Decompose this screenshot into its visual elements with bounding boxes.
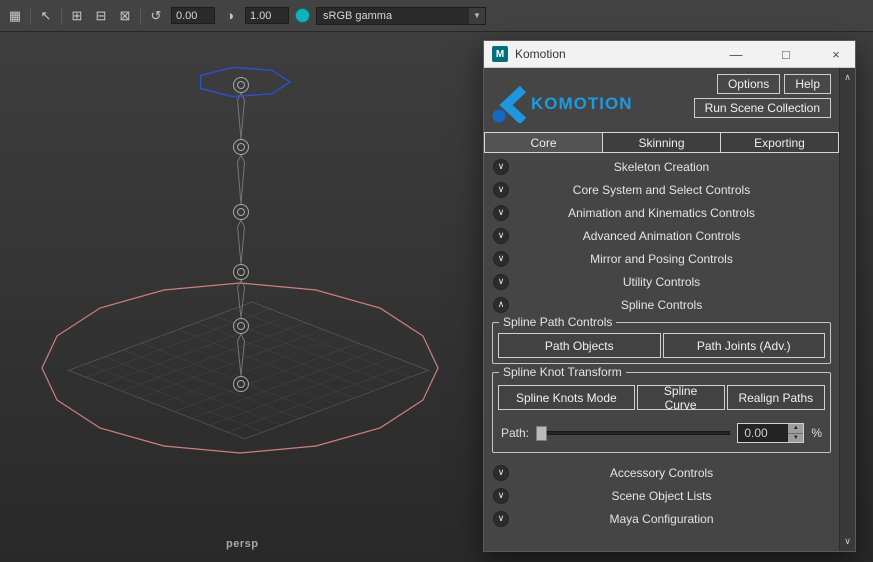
section-core-system[interactable]: ∨ Core System and Select Controls [484, 178, 839, 201]
spline-knots-mode-button[interactable]: Spline Knots Mode [498, 385, 635, 410]
close-button[interactable]: × [829, 47, 843, 62]
spline-knot-transform-group: Spline Knot Transform Spline Knots Mode … [492, 365, 831, 453]
section-label: Maya Configuration [609, 511, 714, 526]
section-scene-object-lists[interactable]: ∨ Scene Object Lists [484, 484, 839, 507]
value-spinner: ▲ ▼ [788, 424, 804, 442]
options-button[interactable]: Options [716, 74, 781, 94]
section-accessory-controls[interactable]: ∨ Accessory Controls [484, 461, 839, 484]
header-buttons: Options Help Run Scene Collection [693, 74, 831, 126]
help-button[interactable]: Help [784, 74, 831, 94]
section-label: Skeleton Creation [613, 159, 710, 174]
chevron-down-icon: ▼ [469, 7, 485, 24]
realign-paths-button[interactable]: Realign Paths [726, 385, 825, 410]
path-circle-curve[interactable] [199, 66, 292, 98]
tab-skinning[interactable]: Skinning [603, 133, 721, 152]
chevron-down-icon[interactable]: ∨ [493, 487, 509, 504]
colorspace-select[interactable]: sRGB gamma ▼ [316, 6, 486, 25]
camera-label: persp [226, 538, 259, 550]
section-label: Accessory Controls [609, 465, 714, 480]
window-controls: — □ × [729, 47, 847, 62]
spinner-down-button[interactable]: ▼ [788, 432, 804, 442]
path-objects-button[interactable]: Path Objects [498, 333, 661, 358]
scroll-down-icon[interactable]: ∨ [844, 535, 851, 548]
group-legend: Spline Path Controls [499, 315, 617, 329]
path-joints-adv-button[interactable]: Path Joints (Adv.) [662, 333, 825, 358]
toolbar-separator [140, 6, 141, 25]
tab-bar: Core Skinning Exporting [484, 132, 839, 153]
exposure-icon[interactable]: ↺ [147, 7, 165, 25]
color-management-toggle[interactable] [295, 8, 310, 23]
grid-icon[interactable]: ▦ [6, 7, 24, 25]
maximize-button[interactable]: □ [779, 47, 793, 62]
plugin-header: KOMOTION Options Help Run Scene Collecti… [484, 68, 839, 130]
path-label: Path: [501, 426, 530, 440]
chevron-down-icon[interactable]: ∨ [493, 227, 509, 244]
spinner-up-button[interactable]: ▲ [788, 424, 804, 433]
percent-label: % [811, 426, 822, 440]
komotion-brand: KOMOTION [492, 82, 633, 126]
scroll-up-icon[interactable]: ∧ [844, 71, 851, 84]
pane-single-icon[interactable]: ⊟ [92, 7, 110, 25]
path-value-input[interactable]: 0.00 [738, 424, 789, 442]
chevron-down-icon[interactable]: ∨ [493, 158, 509, 175]
chevron-down-icon[interactable]: ∨ [493, 250, 509, 267]
section-label: Mirror and Posing Controls [590, 251, 733, 266]
chevron-up-icon[interactable]: ∧ [493, 296, 509, 313]
chevron-down-icon[interactable]: ∨ [493, 204, 509, 221]
tab-core[interactable]: Core [485, 133, 603, 152]
pane-close-icon[interactable]: ⊠ [116, 7, 134, 25]
bottom-section-list: ∨ Accessory Controls ∨ Scene Object List… [484, 461, 839, 530]
section-advanced-animation[interactable]: ∨ Advanced Animation Controls [484, 224, 839, 247]
section-label: Animation and Kinematics Controls [568, 205, 755, 220]
section-label: Advanced Animation Controls [582, 228, 741, 243]
colorspace-value: sRGB gamma [323, 9, 393, 22]
group-legend: Spline Knot Transform [499, 365, 626, 379]
brand-name: KOMOTION [531, 94, 633, 113]
section-list: ∨ Skeleton Creation ∨ Core System and Se… [484, 155, 839, 316]
minimize-button[interactable]: — [729, 47, 743, 62]
chevron-down-icon[interactable]: ∨ [493, 181, 509, 198]
section-label: Spline Controls [620, 297, 703, 312]
window-body: KOMOTION Options Help Run Scene Collecti… [484, 68, 855, 551]
ground-grid [67, 301, 430, 440]
pane-split-icon[interactable]: ⊞ [68, 7, 86, 25]
section-spline-controls[interactable]: ∧ Spline Controls [484, 293, 839, 316]
section-skeleton-creation[interactable]: ∨ Skeleton Creation [484, 155, 839, 178]
slider-track[interactable] [536, 431, 731, 435]
gamma-input[interactable]: 1.00 [245, 7, 289, 24]
run-scene-collection-button[interactable]: Run Scene Collection [693, 98, 831, 118]
section-maya-configuration[interactable]: ∨ Maya Configuration [484, 507, 839, 530]
komotion-window: M Komotion — □ × KOMOTION Options Help R… [483, 40, 856, 552]
section-animation-kinematics[interactable]: ∨ Animation and Kinematics Controls [484, 201, 839, 224]
komotion-logo-icon [492, 85, 526, 123]
scrollbar[interactable]: ∧ ∨ [839, 68, 855, 551]
select-cursor-icon[interactable]: ↖ [37, 7, 55, 25]
chevron-down-icon[interactable]: ∨ [493, 273, 509, 290]
path-value-group: 0.00 ▲ ▼ [737, 423, 805, 443]
section-label: Scene Object Lists [611, 488, 712, 503]
slider-handle[interactable] [536, 425, 548, 441]
spline-curve-button[interactable]: Spline Curve [636, 384, 725, 412]
maya-screen: persp ▦ ↖ ⊞ ⊟ ⊠ ↺ 0.00 ◑ 1.00 sRGB gamma… [0, 0, 873, 562]
chevron-down-icon[interactable]: ∨ [493, 464, 509, 481]
section-label: Utility Controls [622, 274, 701, 289]
toolbar-separator [61, 6, 62, 25]
window-content: KOMOTION Options Help Run Scene Collecti… [484, 68, 839, 551]
spline-path-controls-group: Spline Path Controls Path Objects Path J… [492, 315, 831, 364]
viewport-toolbar: ▦ ↖ ⊞ ⊟ ⊠ ↺ 0.00 ◑ 1.00 sRGB gamma ▼ [0, 0, 873, 32]
section-mirror-posing[interactable]: ∨ Mirror and Posing Controls [484, 247, 839, 270]
window-title: Komotion [515, 47, 566, 61]
exposure-input[interactable]: 0.00 [171, 7, 215, 24]
gamma-icon[interactable]: ◑ [221, 7, 239, 25]
komotion-window-icon: M [492, 46, 508, 62]
section-label: Core System and Select Controls [572, 182, 751, 197]
window-titlebar[interactable]: M Komotion — □ × [484, 41, 855, 68]
chevron-down-icon[interactable]: ∨ [493, 510, 509, 527]
tab-exporting[interactable]: Exporting [721, 133, 838, 152]
path-percent-row: Path: 0.00 ▲ ▼ % [498, 422, 825, 444]
path-slider[interactable] [536, 425, 731, 441]
toolbar-separator [30, 6, 31, 25]
section-utility-controls[interactable]: ∨ Utility Controls [484, 270, 839, 293]
